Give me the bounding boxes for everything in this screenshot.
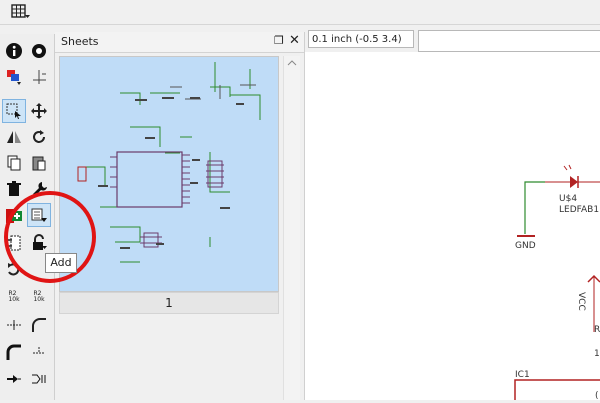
led-value: LEDFAB1 [559, 205, 599, 215]
delete-icon[interactable] [3, 178, 25, 200]
grid-icon[interactable] [10, 3, 32, 21]
eye-icon[interactable] [28, 40, 50, 62]
split-icon[interactable] [3, 314, 25, 336]
close-icon[interactable]: ✕ [289, 33, 300, 48]
rotate-icon[interactable] [28, 126, 50, 148]
paste-icon[interactable] [28, 152, 50, 174]
value-menu-icon[interactable]: R2 10k [28, 286, 50, 308]
ic-label: IC1 [515, 370, 530, 380]
vcc-label: VCC [576, 292, 586, 311]
info-icon[interactable] [3, 40, 25, 62]
led-part [545, 164, 600, 188]
mark-icon[interactable] [28, 66, 50, 88]
sheets-title: Sheets [61, 35, 99, 48]
move-icon[interactable] [28, 100, 50, 122]
float-icon[interactable]: ❐ [274, 34, 284, 47]
vcc-symbol [587, 274, 600, 332]
mirror-icon[interactable] [3, 126, 25, 148]
ic-partial-text: ( [595, 391, 599, 400]
sheets-header: Sheets ❐ ✕ [55, 32, 304, 53]
tooltip: Add [45, 253, 77, 273]
coordinate-display: 0.1 inch (-0.5 3.4) [308, 30, 414, 48]
command-input[interactable] [418, 30, 600, 52]
bus-icon[interactable] [28, 368, 50, 390]
led-name: U$4 [559, 194, 577, 204]
top-toolbar [0, 0, 600, 25]
partial-r-label: R [594, 325, 600, 335]
junction-icon[interactable] [28, 342, 50, 364]
value-tool-icon[interactable]: R2 10k [3, 286, 25, 308]
gnd-label: GND [515, 241, 536, 251]
sheets-panel: Sheets ❐ ✕ 1 [55, 32, 305, 400]
select-icon[interactable] [2, 99, 26, 123]
sheet-thumbnail[interactable] [59, 56, 279, 292]
gnd-wire [524, 181, 545, 234]
wire-icon[interactable] [3, 342, 25, 364]
tool-label-value: 10k [8, 296, 20, 303]
ic-outline [514, 379, 600, 403]
tool-label-value: 10k [33, 296, 45, 303]
sheets-scrollbar[interactable] [283, 56, 300, 400]
net-icon[interactable] [3, 368, 25, 390]
copy-icon[interactable] [3, 152, 25, 174]
partial-one-label: 1 [594, 349, 600, 359]
miter-icon[interactable] [28, 314, 50, 336]
layers-icon[interactable] [3, 66, 25, 88]
scroll-up-icon [287, 60, 297, 66]
schematic-canvas[interactable]: U$4 LEDFAB1 GND VCC R 1 IC1 ( [305, 52, 600, 403]
sheet-number[interactable]: 1 [59, 292, 279, 314]
